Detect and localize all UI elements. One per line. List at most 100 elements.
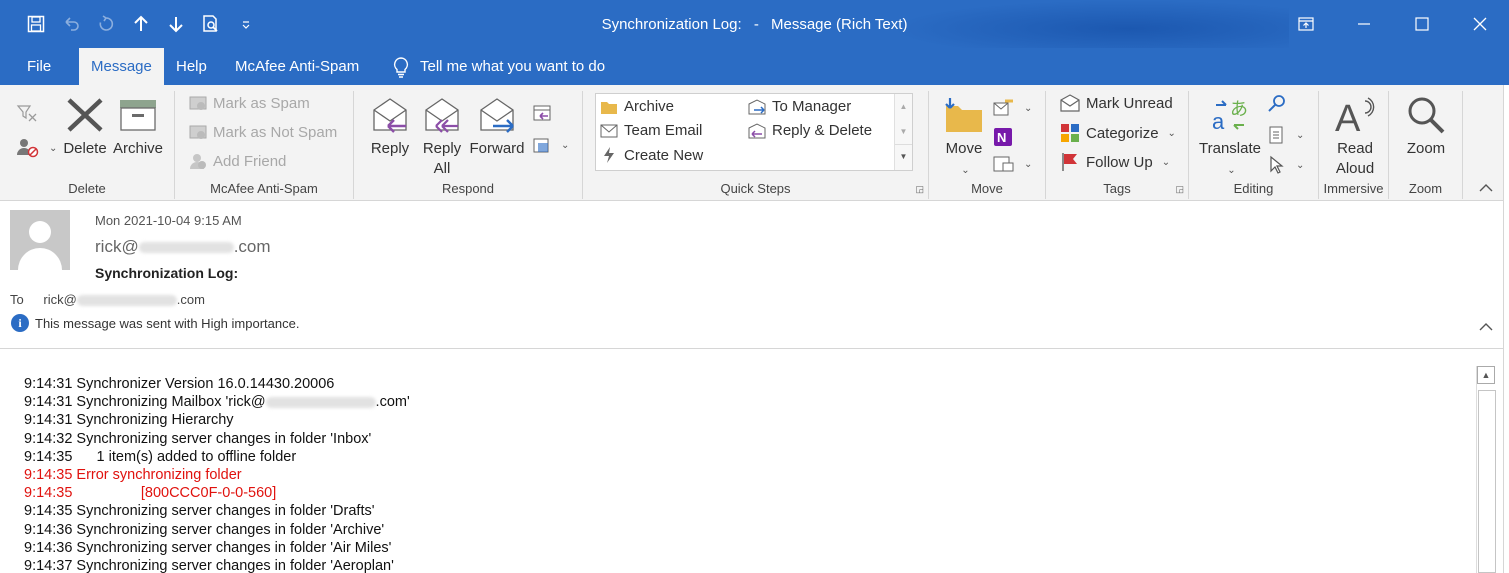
svg-text:あ: あ (1230, 99, 1248, 119)
select-button[interactable]: ⌄ (1267, 155, 1304, 175)
maximize-icon[interactable] (1393, 0, 1451, 48)
delete-button[interactable]: Delete (58, 95, 112, 159)
tell-me-text: Tell me what you want to do (420, 58, 606, 75)
chevron-down-icon: ⌄ (1227, 165, 1236, 176)
quick-steps-scrollbar[interactable]: ▲ ▼ ▼ (894, 94, 912, 170)
quick-step-to-manager-label: To Manager (772, 98, 852, 115)
dialog-launcher-icon[interactable]: ◲ (1175, 184, 1184, 195)
tell-me-search[interactable]: Tell me what you want to do (380, 48, 617, 85)
tab-help[interactable]: Help (164, 48, 219, 85)
ribbon-group-label: Quick Steps (720, 181, 791, 196)
scroll-track[interactable] (1478, 390, 1496, 573)
reply-button[interactable]: Reply (364, 95, 416, 159)
ribbon-group-label: Immersive (1323, 181, 1384, 196)
quick-step-to-manager[interactable]: To Manager (748, 98, 851, 115)
message-header: Mon 2021-10-04 9:15 AM rick@ .com Synchro… (0, 201, 1509, 349)
zoom-button[interactable]: Zoom (1397, 95, 1455, 159)
team-email-icon (600, 124, 618, 137)
onenote-button[interactable]: N (993, 127, 1015, 147)
minimize-icon[interactable] (1335, 0, 1393, 48)
recipient-address[interactable]: rick@ .com (43, 292, 205, 307)
log-line-error: 9:14:35 [800CCC0F-0-0-560] (24, 484, 410, 502)
sender-address[interactable]: rick@ .com (95, 237, 271, 257)
expand-gallery-icon[interactable]: ▼ (895, 144, 912, 168)
importance-text: This message was sent with High importan… (35, 315, 300, 331)
close-icon[interactable] (1451, 0, 1509, 48)
archive-button[interactable]: Archive (110, 95, 166, 159)
cleanup-button[interactable]: ⌄ (16, 137, 57, 159)
quick-step-team-email[interactable]: Team Email (600, 122, 702, 139)
mark-as-not-spam-button[interactable]: Mark as Not Spam (189, 123, 337, 141)
archive-icon (116, 95, 160, 135)
scroll-down-icon[interactable]: ▼ (895, 119, 912, 144)
chevron-down-icon: ⌄ (1296, 159, 1305, 171)
collapse-ribbon-icon[interactable] (1479, 180, 1493, 196)
related-button[interactable]: ⌄ (1267, 125, 1304, 145)
quick-step-create-new[interactable]: Create New (600, 146, 703, 164)
quick-steps-gallery: Archive Team Email Create New To Manager… (595, 93, 913, 171)
more-respond-icon (533, 138, 549, 153)
collapse-header-icon[interactable] (1479, 319, 1493, 335)
mark-unread-icon (1060, 94, 1080, 112)
reply-all-button[interactable]: Reply All (418, 95, 466, 179)
add-friend-label: Add Friend (213, 152, 287, 170)
move-button-label: Move (945, 140, 983, 157)
quick-step-reply-delete[interactable]: Reply & Delete (748, 122, 872, 139)
actions-button[interactable]: ⌄ (993, 155, 1032, 173)
flag-icon (1062, 153, 1077, 171)
zoom-label: Zoom (1406, 140, 1446, 157)
read-aloud-icon: A (1333, 95, 1377, 135)
ribbon-group-delete: ⌄ Delete Archive Delete (0, 91, 175, 199)
rules-button[interactable]: ⌄ (993, 99, 1032, 117)
ribbon-display-options-icon[interactable] (1277, 0, 1335, 48)
ignore-button[interactable] (16, 103, 38, 123)
mark-unread-label: Mark Unread (1086, 94, 1173, 112)
to-line: To rick@ .com (10, 292, 205, 307)
not-spam-icon (189, 125, 207, 139)
forward-icon (475, 95, 519, 135)
sender-prefix: rick@ (95, 237, 139, 256)
reply-delete-icon (748, 122, 766, 138)
categorize-button[interactable]: Categorize ⌄ (1060, 123, 1176, 143)
quick-step-archive-label: Archive (624, 98, 675, 115)
move-button[interactable]: Move ⌄ (939, 95, 989, 181)
scroll-up-icon[interactable]: ▲ (895, 94, 912, 119)
to-label: To (10, 292, 24, 307)
tab-mcafee-anti-spam[interactable]: McAfee Anti-Spam (223, 48, 371, 85)
avatar (10, 210, 70, 270)
chevron-down-icon: ⌄ (1024, 158, 1033, 170)
body-scrollbar[interactable]: ▲ (1476, 366, 1496, 573)
mark-as-spam-button[interactable]: Mark as Spam (189, 94, 310, 112)
ribbon-group-move: Move ⌄ ⌄ N ⌄ Move (929, 91, 1046, 199)
find-button[interactable] (1267, 94, 1287, 114)
quick-step-create-new-label: Create New (624, 146, 704, 164)
chevron-down-icon: ⌄ (561, 139, 570, 151)
log-line: 9:14:35 1 item(s) added to offline folde… (24, 448, 410, 466)
follow-up-button[interactable]: Follow Up ⌄ (1060, 152, 1170, 172)
translate-button[interactable]: aあ Translate ⌄ (1197, 95, 1263, 181)
more-respond-button[interactable]: ⌄ (532, 135, 569, 155)
related-icon (1269, 126, 1283, 144)
read-aloud-label-line1: Read (1337, 140, 1373, 157)
reply-label: Reply (370, 140, 410, 157)
dialog-launcher-icon[interactable]: ◲ (915, 184, 924, 195)
meeting-reply-button[interactable] (532, 103, 552, 123)
mark-as-not-spam-label: Mark as Not Spam (213, 123, 338, 141)
read-aloud-button[interactable]: A Read Aloud (1327, 95, 1383, 179)
mark-unread-button[interactable]: Mark Unread (1060, 94, 1173, 112)
quick-step-archive[interactable]: Archive (600, 98, 674, 115)
log-line: 9:14:31 Synchronizing Hierarchy (24, 411, 410, 429)
ribbon-group-label: Move (971, 181, 1003, 196)
tab-message[interactable]: Message (79, 48, 164, 85)
log-line-text: 9:14:32 Synchronizing server changes in … (24, 430, 372, 447)
message-date: Mon 2021-10-04 9:15 AM (95, 213, 242, 228)
chevron-down-icon: ⌄ (1161, 156, 1171, 168)
reply-all-label-line2: All (433, 160, 451, 177)
scroll-up-icon[interactable]: ▲ (1477, 366, 1495, 384)
chevron-down-icon: ⌄ (1024, 102, 1033, 114)
log-line-error: 9:14:35 Error synchronizing folder (24, 466, 410, 484)
forward-button[interactable]: Forward (468, 95, 526, 159)
log-line-text: 9:14:35 1 item(s) added to offline folde… (24, 448, 297, 465)
tab-file[interactable]: File (15, 48, 63, 85)
add-friend-button[interactable]: Add Friend (189, 152, 286, 170)
